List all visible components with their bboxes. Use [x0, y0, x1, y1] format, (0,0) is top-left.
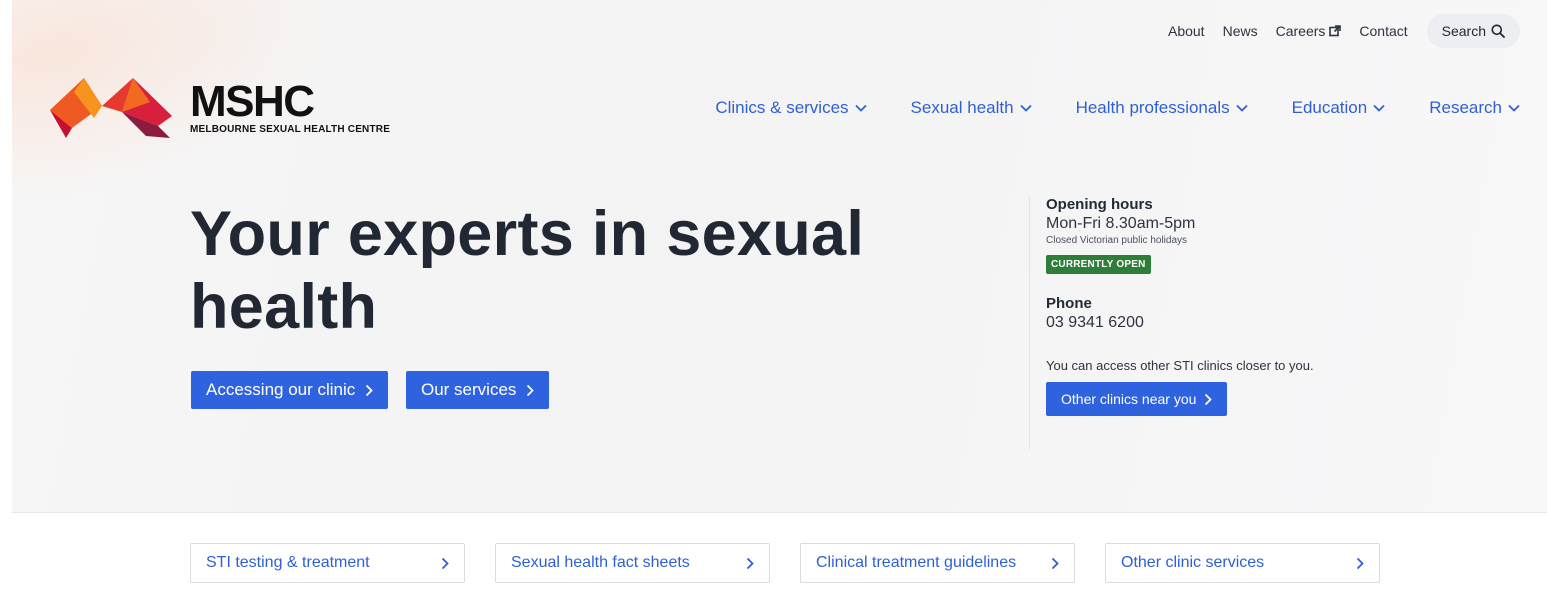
quick-link-clinical-guidelines[interactable]: Clinical treatment guidelines — [800, 543, 1075, 583]
chevron-down-icon — [1235, 104, 1248, 112]
our-services-button[interactable]: Our services — [406, 371, 550, 409]
phone-number[interactable]: 03 9341 6200 — [1046, 314, 1359, 332]
logo-title: MSHC — [190, 77, 315, 126]
quick-link-label: STI testing & treatment — [206, 554, 370, 571]
util-link-label: About — [1167, 23, 1205, 39]
quick-link-sti-testing[interactable]: STI testing & treatment — [190, 543, 465, 583]
utility-nav: About News Careers Contact Search — [1159, 14, 1520, 48]
util-link-news[interactable]: News — [1214, 23, 1267, 39]
quick-link-label: Other clinic services — [1121, 554, 1265, 571]
search-button[interactable]: Search — [1426, 14, 1520, 48]
button-label: Accessing our clinic — [206, 380, 356, 399]
quick-link-label: Clinical treatment guidelines — [816, 554, 1017, 571]
external-link-icon — [1329, 25, 1342, 37]
nav-label: Research — [1429, 98, 1502, 117]
accessing-clinic-button[interactable]: Accessing our clinic — [191, 371, 389, 409]
nav-research[interactable]: Research — [1429, 98, 1520, 118]
quick-link-label: Sexual health fact sheets — [511, 554, 690, 571]
chevron-right-icon — [1205, 393, 1213, 405]
nav-label: Education — [1291, 98, 1368, 117]
chevron-right-icon — [1356, 557, 1364, 569]
quick-link-other-services[interactable]: Other clinic services — [1105, 543, 1380, 583]
hero-title: Your experts in sexual health — [190, 199, 865, 342]
other-clinics-button[interactable]: Other clinics near you — [1046, 382, 1228, 416]
nav-label: Health professionals — [1075, 98, 1230, 117]
chevron-down-icon — [1508, 104, 1520, 112]
button-label: Our services — [421, 380, 517, 399]
phone-label: Phone — [1046, 295, 1092, 312]
nav-label: Clinics & services — [715, 98, 849, 117]
other-clinics-note: You can access other STI clinics closer … — [1046, 358, 1314, 373]
section-divider — [12, 512, 1547, 513]
chevron-right-icon — [746, 557, 754, 569]
nav-clinics-services[interactable]: Clinics & services — [715, 98, 867, 118]
util-link-about[interactable]: About — [1159, 23, 1214, 39]
nav-health-professionals[interactable]: Health professionals — [1076, 98, 1248, 118]
nav-sexual-health[interactable]: Sexual health — [911, 98, 1032, 118]
util-link-label: Careers — [1275, 23, 1326, 39]
opening-hours-label: Opening hours — [1046, 196, 1153, 213]
logo-subtitle: MELBOURNE SEXUAL HEALTH CENTRE — [190, 124, 391, 135]
search-label: Search — [1441, 23, 1486, 39]
status-badge: CURRENTLY OPEN — [1046, 255, 1151, 274]
util-link-careers[interactable]: Careers — [1267, 23, 1351, 39]
main-nav: Clinics & services Sexual health Health … — [671, 98, 1520, 118]
info-panel: Opening hours Mon-Fri 8.30am-5pm Closed … — [1029, 196, 1359, 450]
opening-hours-value: Mon-Fri 8.30am-5pm — [1046, 215, 1196, 232]
chevron-right-icon — [366, 384, 374, 396]
button-label: Other clinics near you — [1061, 391, 1197, 407]
chevron-down-icon — [1019, 104, 1032, 112]
opening-hours-note: Closed Victorian public holidays — [1046, 235, 1188, 246]
util-link-label: Contact — [1359, 23, 1408, 39]
chevron-right-icon — [1051, 557, 1059, 569]
util-link-label: News — [1222, 23, 1258, 39]
site-logo[interactable]: MSHC MELBOURNE SEXUAL HEALTH CENTRE — [50, 78, 390, 140]
nav-label: Sexual health — [910, 98, 1014, 117]
quick-link-fact-sheets[interactable]: Sexual health fact sheets — [495, 543, 770, 583]
chevron-down-icon — [1373, 104, 1385, 112]
search-icon — [1491, 24, 1505, 38]
nav-education[interactable]: Education — [1292, 98, 1386, 118]
chevron-down-icon — [854, 104, 867, 112]
mshc-logo-icon — [50, 78, 172, 138]
chevron-right-icon — [441, 557, 449, 569]
util-link-contact[interactable]: Contact — [1350, 23, 1416, 39]
chevron-right-icon — [527, 384, 535, 396]
